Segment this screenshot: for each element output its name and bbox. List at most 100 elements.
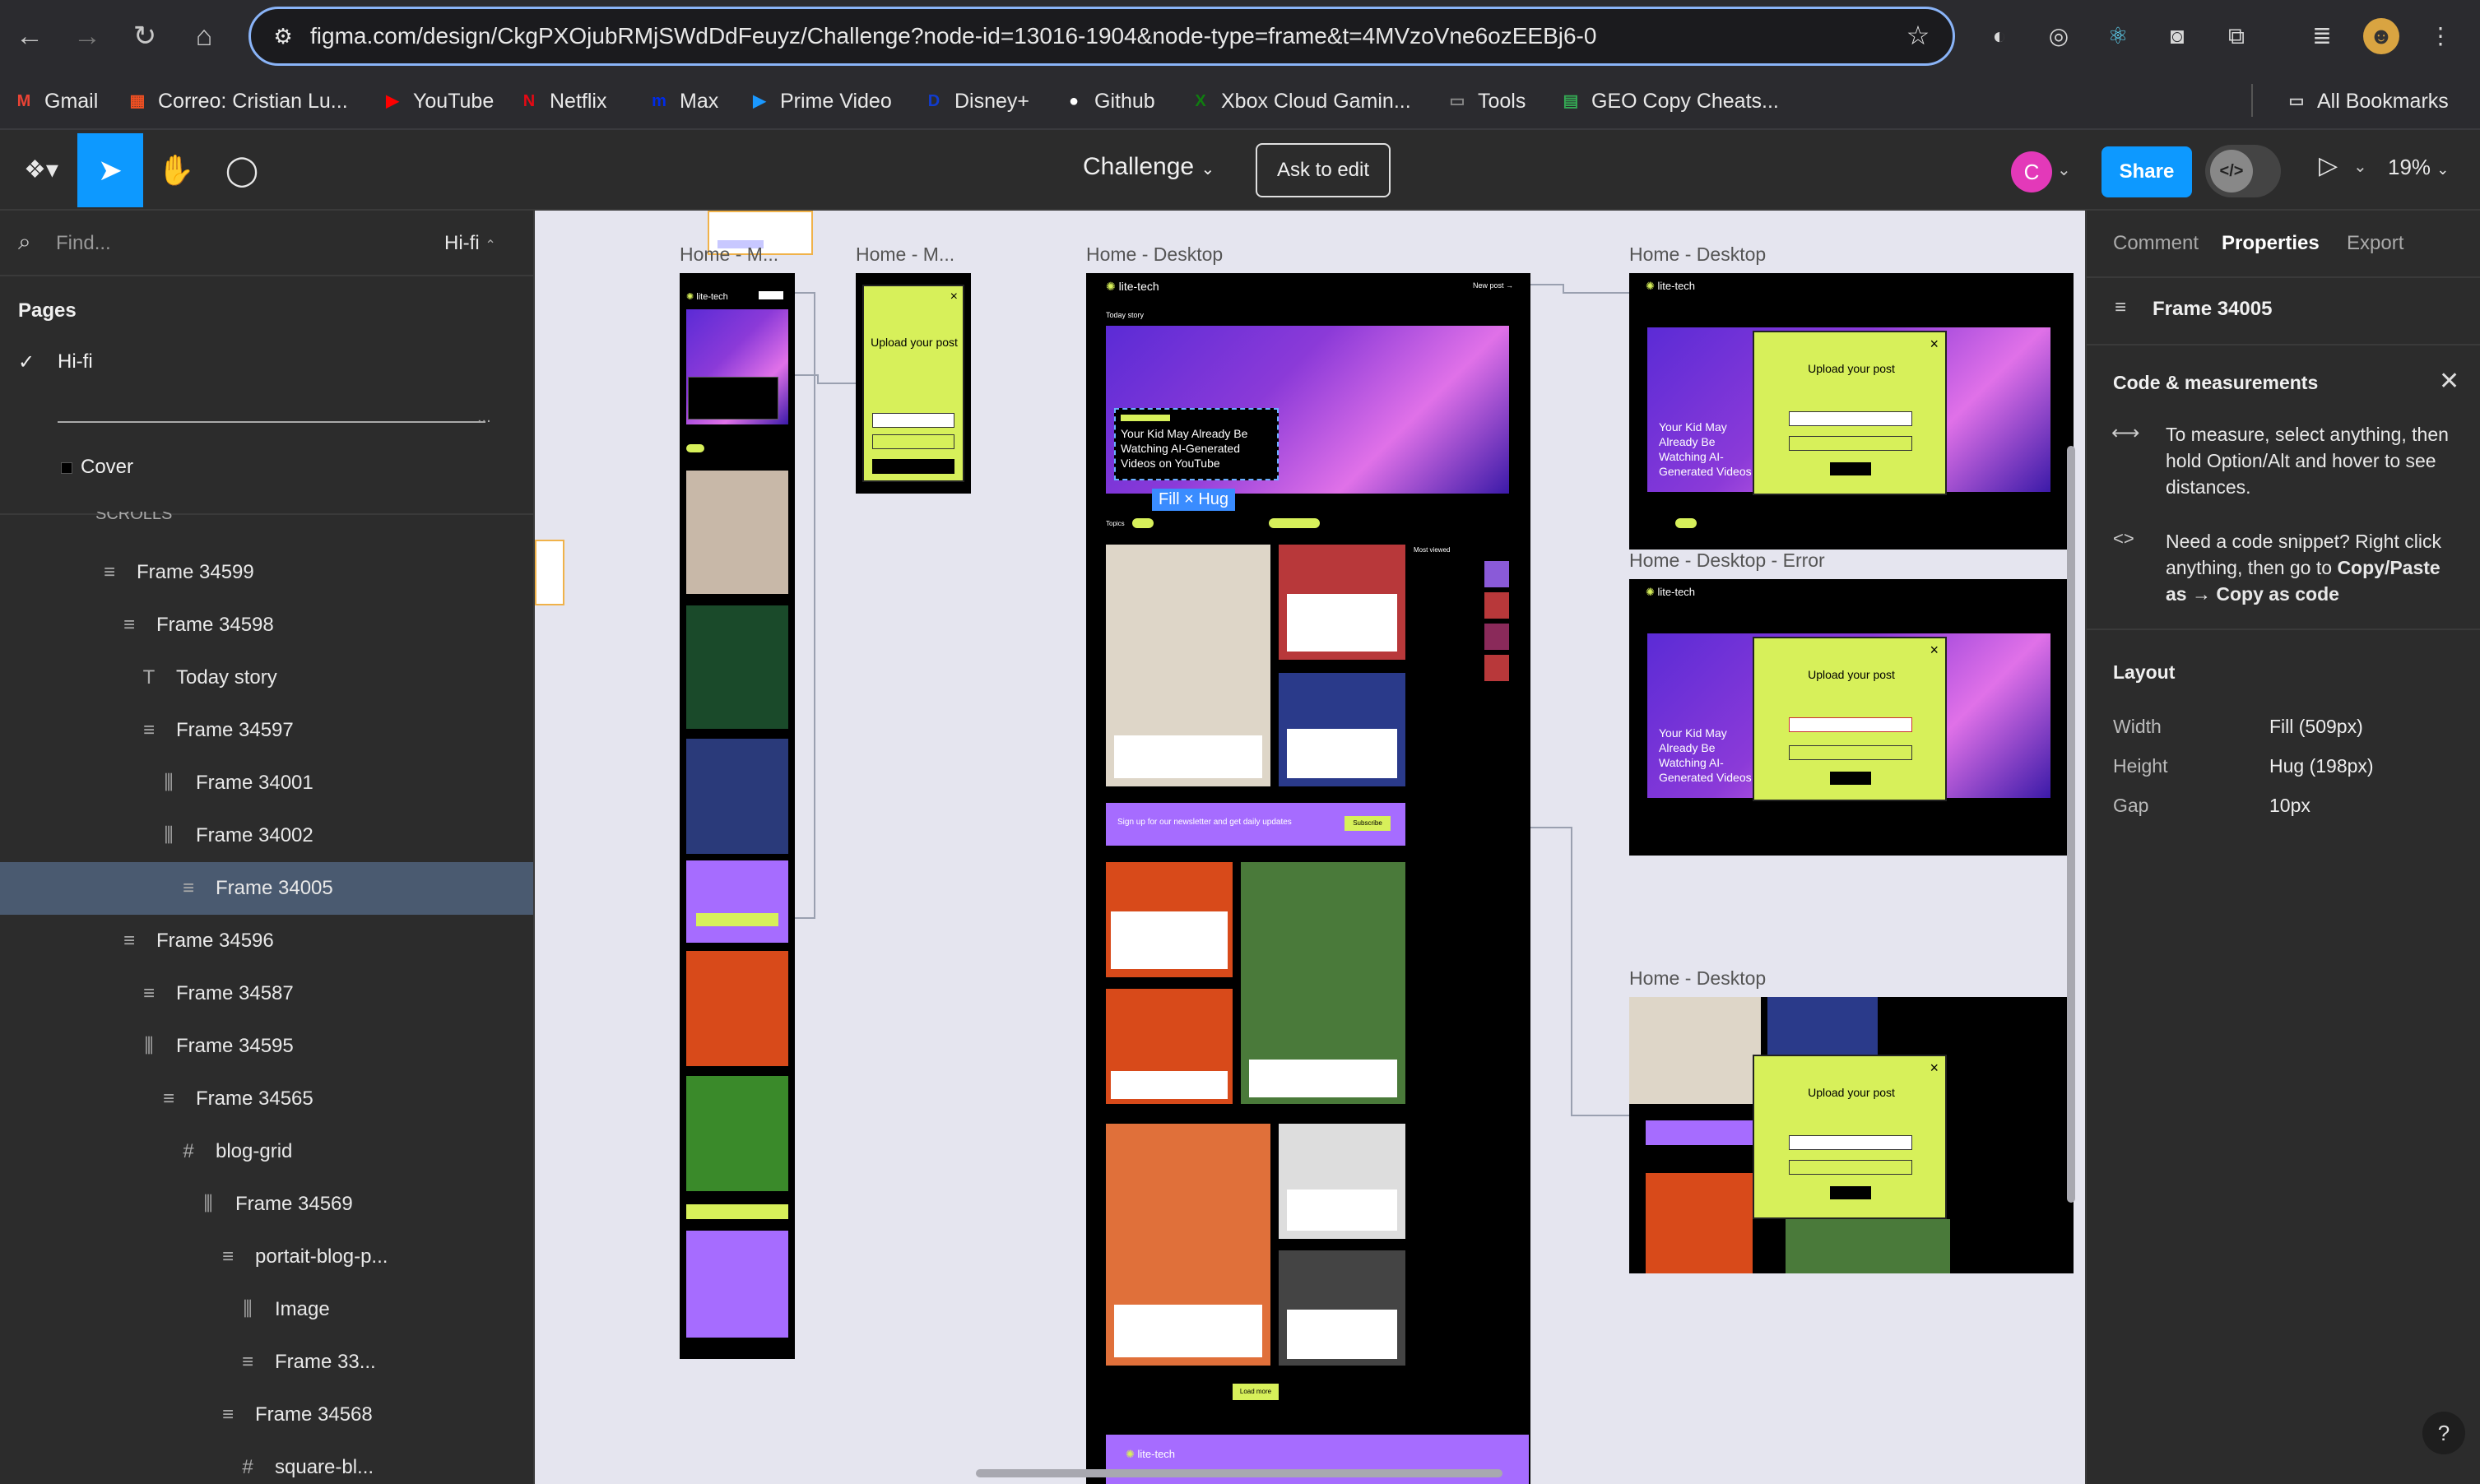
bookmark-item[interactable]: ▶ Prime Video xyxy=(747,86,891,117)
upload-image-button[interactable] xyxy=(1789,436,1912,451)
layer-row[interactable]: # blog-grid xyxy=(0,1125,533,1178)
close-icon[interactable]: × xyxy=(1930,642,1939,659)
media-controls-icon[interactable]: ≣ xyxy=(2304,18,2340,54)
layer-row[interactable]: T Today story xyxy=(0,652,533,704)
frame-mobile-home[interactable]: ✺ lite-tech xyxy=(680,273,795,1359)
layer-row[interactable]: ≡ Frame 34568 xyxy=(0,1389,533,1441)
upload-modal[interactable]: × Upload your post xyxy=(1753,637,1947,801)
new-post-link[interactable] xyxy=(759,291,783,299)
find-input[interactable]: Find... xyxy=(56,232,111,255)
bookmark-item[interactable]: M Gmail xyxy=(12,86,99,117)
horizontal-scrollbar[interactable] xyxy=(976,1469,1502,1477)
vertical-scrollbar[interactable] xyxy=(2067,446,2075,1203)
close-icon[interactable]: × xyxy=(1930,1060,1939,1077)
file-name[interactable]: Challenge ⌄ xyxy=(1083,153,1214,181)
bookmark-item[interactable]: ▭ Tools xyxy=(1445,86,1526,117)
all-bookmarks[interactable]: ▭ All Bookmarks xyxy=(2284,86,2449,117)
arrow-left-icon[interactable]: ← xyxy=(8,15,51,58)
chevron-down-icon[interactable]: ⌄ xyxy=(2353,156,2367,177)
ask-to-edit-button[interactable]: Ask to edit xyxy=(1256,143,1391,197)
dev-mode-toggle[interactable]: </> xyxy=(2205,145,2281,197)
layer-row[interactable]: ⫼ Frame 34595 xyxy=(0,1020,533,1073)
camera-icon[interactable]: ◙ xyxy=(2159,18,2195,54)
upload-image-button[interactable] xyxy=(1789,745,1912,760)
upload-modal[interactable]: × Upload your post xyxy=(1753,1055,1947,1219)
page-selector[interactable]: Hi-fi ⌃ xyxy=(444,232,496,255)
confirm-button[interactable] xyxy=(872,459,954,474)
close-icon[interactable]: × xyxy=(1930,336,1939,353)
upload-modal[interactable]: × Upload your post xyxy=(1753,331,1947,495)
topic-chip[interactable] xyxy=(686,444,704,452)
layer-row[interactable]: ≡ portait-blog-p... xyxy=(0,1231,533,1283)
bookmark-item[interactable]: ● Github xyxy=(1061,86,1155,117)
url-text[interactable]: figma.com/design/CkgPXOjubRMjSWdDdFeuyz/… xyxy=(310,9,1596,63)
close-icon[interactable]: × xyxy=(950,290,958,304)
subscribe-button[interactable] xyxy=(696,913,778,926)
post-card[interactable] xyxy=(1114,1305,1262,1357)
post-title-field[interactable] xyxy=(872,413,954,428)
puzzle-icon[interactable]: ⧉ xyxy=(2218,18,2255,54)
frame-desktop-error[interactable]: ✺ lite-tech Your Kid May Already Be Watc… xyxy=(1629,579,2074,856)
post-title-field[interactable] xyxy=(1789,1135,1912,1150)
post-card[interactable] xyxy=(1114,735,1262,778)
post-card[interactable] xyxy=(1111,911,1228,969)
tab-export[interactable]: Export xyxy=(2347,232,2403,255)
present-play-icon[interactable]: ▷ xyxy=(2319,151,2338,180)
page-item-cover[interactable]: Cover xyxy=(81,456,133,479)
profile-avatar[interactable]: ☻ xyxy=(2363,18,2399,54)
post-card[interactable] xyxy=(1287,1310,1397,1359)
layer-row[interactable]: ⫼ Frame 34569 xyxy=(0,1178,533,1231)
hand-tool-icon[interactable]: ✋ xyxy=(143,133,209,207)
bookmark-item[interactable]: ▤ GEO Copy Cheats... xyxy=(1558,86,1779,117)
chevron-down-icon[interactable]: ⌄ xyxy=(2057,160,2071,180)
tab-comment[interactable]: Comment xyxy=(2113,232,2199,255)
upload-image-button[interactable] xyxy=(872,434,954,449)
site-settings-icon[interactable]: ⚙ xyxy=(269,22,297,50)
user-avatar[interactable]: C xyxy=(2011,151,2052,192)
hero-card[interactable] xyxy=(688,377,778,420)
layer-row[interactable]: ≡ Frame 34599 xyxy=(0,546,533,599)
post-card[interactable] xyxy=(1287,729,1397,778)
page-item-hifi[interactable]: Hi-fi xyxy=(58,350,93,373)
load-more-button[interactable] xyxy=(686,1204,788,1219)
address-bar[interactable]: ⚙ figma.com/design/CkgPXOjubRMjSWdDdFeuy… xyxy=(248,7,1955,66)
layer-row[interactable]: ≡ Frame 34005 xyxy=(0,862,533,915)
confirm-button[interactable] xyxy=(1830,772,1871,785)
bookmark-item[interactable]: ▦ Correo: Cristian Lu... xyxy=(125,86,348,117)
layer-row[interactable]: ⫼ Frame 34001 xyxy=(0,757,533,809)
layer-row[interactable]: ≡ Frame 34565 xyxy=(0,1073,533,1125)
bookmark-item[interactable]: N Netflix xyxy=(517,86,607,117)
extension-icon[interactable]: ◎ xyxy=(2041,18,2077,54)
layer-row[interactable]: ≡ Frame 34587 xyxy=(0,967,533,1020)
new-post-link[interactable]: New post → xyxy=(1473,281,1513,290)
post-card[interactable] xyxy=(1249,1060,1397,1097)
topic-chip-active[interactable] xyxy=(1269,518,1320,528)
bookmark-item[interactable]: X Xbox Cloud Gamin... xyxy=(1188,86,1410,117)
post-card[interactable] xyxy=(1287,594,1397,652)
close-icon[interactable]: ✕ xyxy=(2439,367,2459,396)
post-title-field-error[interactable] xyxy=(1789,717,1912,732)
confirm-button[interactable] xyxy=(1830,1186,1871,1199)
hero-card-selected[interactable]: Your Kid May Already Be Watching AI-Gene… xyxy=(1114,408,1279,480)
post-title-field[interactable] xyxy=(1789,411,1912,426)
figma-menu-icon[interactable]: ❖▾ xyxy=(8,133,74,207)
design-canvas[interactable]: Home - M... Home - M... Home - Desktop H… xyxy=(535,211,2085,1484)
layer-row[interactable]: ≡ Frame 33... xyxy=(0,1336,533,1389)
star-icon[interactable]: ☆ xyxy=(1902,19,1934,52)
frame-mobile-upload[interactable]: × Upload your post xyxy=(856,273,971,494)
bookmark-item[interactable]: ▶ YouTube xyxy=(380,86,494,117)
react-devtools-icon[interactable]: ⚛ xyxy=(2100,18,2136,54)
upload-image-button[interactable] xyxy=(1789,1160,1912,1175)
topic-chip-active[interactable] xyxy=(1675,518,1697,528)
post-card[interactable] xyxy=(1287,1190,1397,1231)
frame-desktop-blog[interactable]: × Upload your post xyxy=(1629,997,2074,1273)
subscribe-button[interactable]: Subscribe xyxy=(1344,816,1391,831)
load-more-button[interactable]: Load more xyxy=(1233,1384,1279,1400)
layer-row[interactable]: ⫼ Frame 34002 xyxy=(0,809,533,862)
reload-icon[interactable]: ↻ xyxy=(123,15,166,58)
bookmark-item[interactable]: m Max xyxy=(647,86,718,117)
arrow-right-icon[interactable]: → xyxy=(66,15,109,58)
post-card[interactable] xyxy=(1111,1071,1228,1099)
upload-modal[interactable]: × Upload your post xyxy=(862,285,964,482)
frame-desktop-upload[interactable]: ✺ lite-tech Your Kid May Already Be Watc… xyxy=(1629,273,2074,550)
